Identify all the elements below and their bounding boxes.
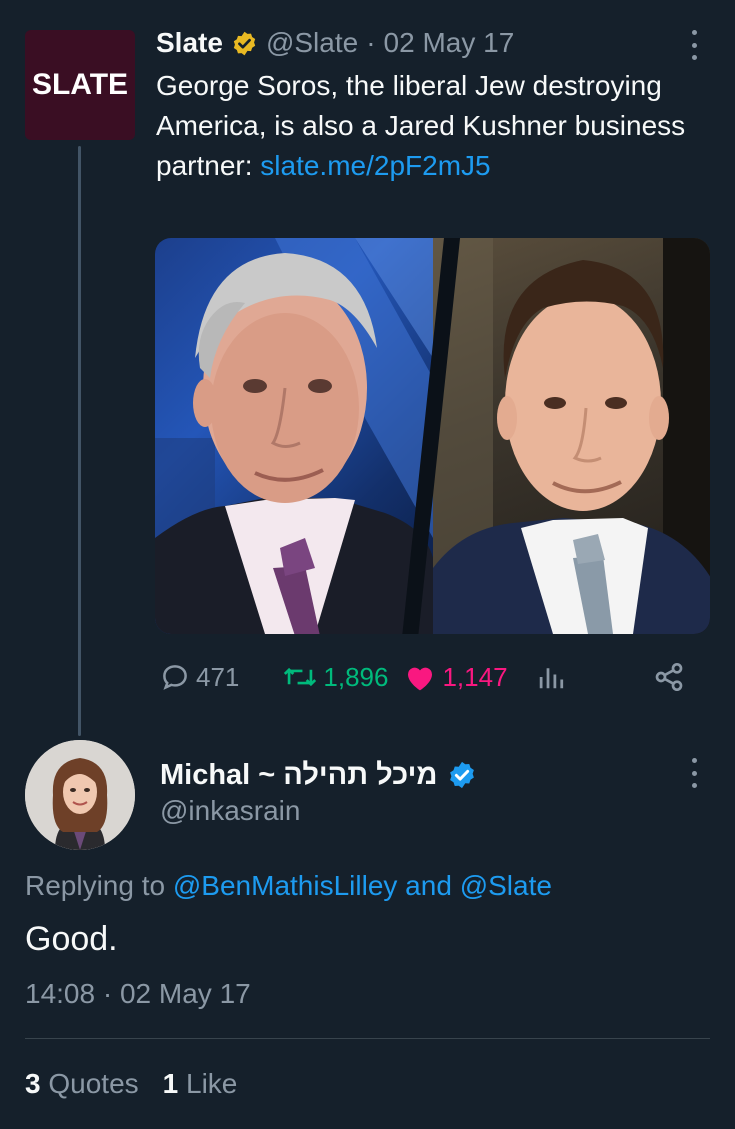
mention-slate[interactable]: @Slate — [460, 870, 552, 901]
reply-timestamp[interactable]: 14:08 · 02 May 17 — [25, 978, 251, 1010]
replying-and: and — [397, 870, 460, 901]
kushner-photo — [432, 238, 710, 634]
share-icon — [655, 663, 683, 691]
tweet-actions-bar: 471 1,896 1,147 — [160, 655, 685, 699]
share-button[interactable] — [653, 661, 685, 693]
reply-dot-separator: · — [102, 978, 113, 1009]
michal-avatar[interactable] — [25, 740, 135, 850]
soros-photo — [155, 238, 433, 634]
author-handle[interactable]: @Slate — [266, 27, 358, 59]
slate-logo-text: SLATE — [31, 68, 129, 101]
likes-stat[interactable]: 1 Like — [163, 1068, 238, 1100]
dot-separator: · — [366, 27, 376, 58]
quotes-stat[interactable]: 3 Quotes — [25, 1068, 139, 1100]
verified-blue-badge-icon — [450, 761, 475, 789]
replying-to-line: Replying to @BenMathisLilley and @Slate — [25, 870, 552, 902]
parent-tweet-header: Slate @Slate · 02 May 17 — [156, 25, 514, 61]
like-count: 1,147 — [442, 661, 508, 692]
replying-prefix: Replying to — [25, 870, 173, 901]
retweet-count: 1,896 — [323, 661, 389, 692]
quotes-count: 3 — [25, 1068, 41, 1099]
verified-gold-badge-icon — [233, 31, 256, 55]
author-name[interactable]: Slate — [156, 27, 223, 59]
quotes-label: Quotes — [48, 1068, 139, 1099]
heart-filled-icon — [408, 667, 433, 691]
divider — [25, 1038, 710, 1039]
soros-portrait-illustration — [155, 238, 433, 634]
more-options-icon[interactable] — [690, 30, 698, 60]
reply-button[interactable]: 471 — [160, 662, 239, 693]
tweet-detail-view: SLATE Slate @Slate · 02 May 17 George So… — [0, 0, 735, 1129]
reply-author-row: Michal ~ מיכל תהילה — [160, 756, 477, 794]
tweet-link[interactable]: slate.me/2pF2mJ5 — [260, 150, 490, 181]
views-button[interactable] — [536, 662, 566, 692]
tweet-date[interactable]: 02 May 17 — [384, 27, 515, 59]
analytics-icon — [539, 668, 563, 689]
likes-count: 1 — [162, 1068, 179, 1099]
avatar-portrait — [25, 740, 135, 850]
parent-tweet-text: George Soros, the liberal Jew destroying… — [156, 66, 701, 186]
kushner-portrait-illustration — [432, 238, 710, 634]
tweet-media-image[interactable] — [155, 238, 710, 634]
thread-connector-line — [78, 146, 81, 736]
mention-benmathislilley[interactable]: @BenMathisLilley — [173, 870, 398, 901]
reply-count: 471 — [196, 661, 240, 692]
reply-icon — [163, 665, 187, 690]
like-button[interactable]: 1,147 — [404, 661, 508, 693]
reply-author-name[interactable]: Michal ~ מיכל תהילה — [160, 759, 437, 792]
retweet-icon — [284, 667, 317, 687]
reply-more-options-icon[interactable] — [690, 758, 698, 788]
likes-label: Like — [186, 1068, 238, 1099]
reply-time: 14:08 — [25, 978, 96, 1009]
reply-author-handle[interactable]: @inkasrain — [160, 795, 300, 827]
retweet-button[interactable]: 1,896 — [283, 662, 388, 693]
reply-body-text: Good. — [25, 920, 118, 958]
reply-date: 02 May 17 — [119, 978, 251, 1009]
engagement-stats: 3 Quotes 1 Like — [25, 1068, 237, 1100]
slate-avatar[interactable]: SLATE — [25, 30, 135, 140]
